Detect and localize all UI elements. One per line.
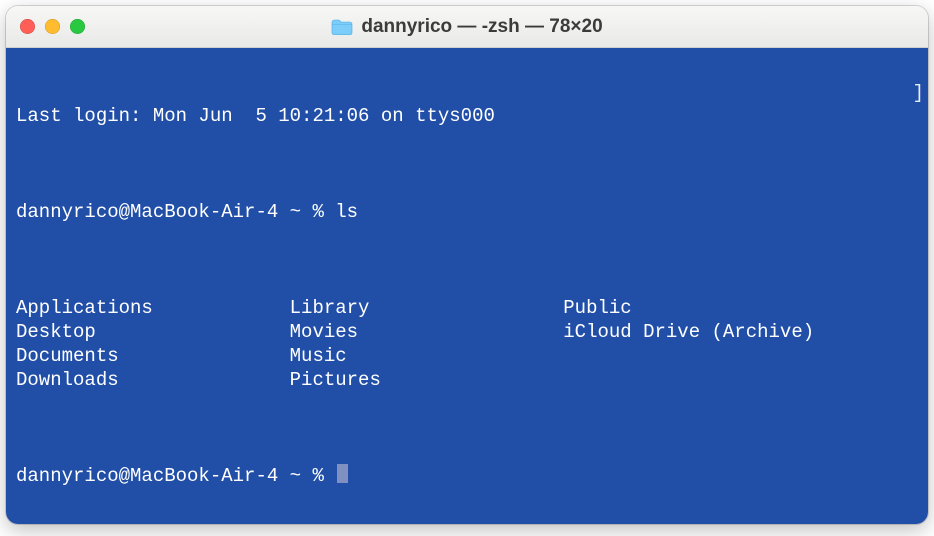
command-line-2[interactable]: dannyrico@MacBook-Air-4 ~ %: [16, 464, 922, 488]
window-title: dannyrico — -zsh — 78×20: [361, 16, 602, 38]
terminal-window: dannyrico — -zsh — 78×20 Last login: Mon…: [6, 6, 928, 524]
close-button[interactable]: [20, 19, 35, 34]
ls-cell: Desktop: [16, 320, 290, 344]
traffic-lights: [6, 19, 85, 34]
ls-cell: Library: [290, 296, 564, 320]
ls-cell: Movies: [290, 320, 564, 344]
command-line-1: dannyrico@MacBook-Air-4 ~ % ls: [16, 200, 922, 224]
wrap-marker: ]: [913, 81, 924, 105]
prompt-2: dannyrico@MacBook-Air-4 ~ %: [16, 465, 335, 487]
ls-cell: Documents: [16, 344, 290, 368]
command-1: ls: [335, 201, 358, 223]
ls-cell: [563, 344, 922, 368]
last-login-line: Last login: Mon Jun 5 10:21:06 on ttys00…: [16, 104, 922, 128]
ls-cell: iCloud Drive (Archive): [563, 320, 922, 344]
ls-output: Applications Library Public Desktop Movi…: [16, 296, 922, 392]
titlebar[interactable]: dannyrico — -zsh — 78×20: [6, 6, 928, 48]
ls-cell: Applications: [16, 296, 290, 320]
ls-cell: [563, 368, 922, 392]
ls-cell: Downloads: [16, 368, 290, 392]
folder-icon: [331, 18, 353, 36]
ls-cell: Music: [290, 344, 564, 368]
minimize-button[interactable]: [45, 19, 60, 34]
cursor-icon: [337, 464, 348, 483]
ls-cell: Public: [563, 296, 922, 320]
terminal-body[interactable]: Last login: Mon Jun 5 10:21:06 on ttys00…: [6, 48, 928, 524]
zoom-button[interactable]: [70, 19, 85, 34]
title-center: dannyrico — -zsh — 78×20: [6, 16, 928, 38]
ls-cell: Pictures: [290, 368, 564, 392]
prompt-1: dannyrico@MacBook-Air-4 ~ %: [16, 201, 335, 223]
